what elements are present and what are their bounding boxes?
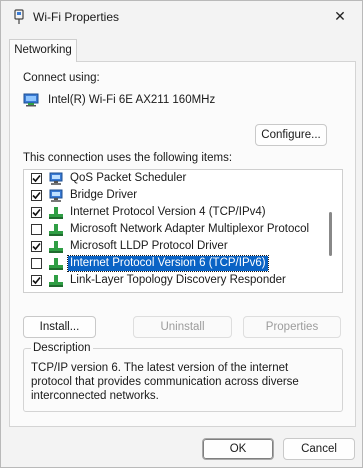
scrollbar-thumb[interactable]: [329, 212, 332, 256]
tab-networking[interactable]: Networking: [9, 39, 77, 62]
description-title: Description: [31, 342, 93, 354]
list-item[interactable]: Bridge Driver: [24, 187, 324, 204]
cancel-button[interactable]: Cancel: [283, 438, 355, 460]
list-item[interactable]: QoS Packet Scheduler: [24, 170, 324, 187]
configure-button[interactable]: Configure...: [255, 124, 327, 146]
network-adapter-icon: [14, 9, 24, 24]
protocol-icon: [49, 206, 63, 219]
protocol-icon: [49, 240, 63, 253]
list-item[interactable]: Microsoft Network Adapter Multiplexor Pr…: [24, 221, 324, 238]
adapter-name: Intel(R) Wi-Fi 6E AX211 160MHz: [48, 94, 216, 106]
adapter-row: Intel(R) Wi-Fi 6E AX211 160MHz: [23, 93, 215, 107]
item-label: QoS Packet Scheduler: [70, 172, 187, 184]
item-checkbox[interactable]: [31, 258, 42, 269]
item-label: Internet Protocol Version 4 (TCP/IPv4): [70, 206, 266, 218]
window-title: Wi-Fi Properties: [33, 10, 120, 24]
network-service-icon: [49, 172, 63, 185]
item-label: Microsoft Network Adapter Multiplexor Pr…: [70, 223, 310, 235]
title-bar: Wi-Fi Properties ✕: [1, 1, 362, 33]
items-listbox[interactable]: QoS Packet Scheduler Bridge Driver Interne…: [23, 169, 343, 293]
item-checkbox[interactable]: [31, 224, 42, 235]
uninstall-button[interactable]: Uninstall: [133, 316, 232, 338]
network-service-icon: [49, 189, 63, 202]
item-label: Bridge Driver: [70, 189, 138, 201]
adapter-icon: [23, 93, 39, 107]
ok-button[interactable]: OK: [202, 438, 274, 460]
close-icon: ✕: [334, 7, 346, 24]
item-checkbox[interactable]: [31, 275, 42, 286]
close-button[interactable]: ✕: [318, 1, 362, 31]
item-label: Microsoft LLDP Protocol Driver: [70, 240, 228, 252]
properties-button[interactable]: Properties: [243, 316, 341, 338]
properties-dialog: Wi-Fi Properties ✕ Networking Connect us…: [0, 0, 363, 468]
install-button[interactable]: Install...: [23, 316, 96, 338]
protocol-icon: [49, 257, 63, 270]
item-label: Internet Protocol Version 6 (TCP/IPv6): [67, 255, 269, 272]
protocol-icon: [49, 223, 63, 236]
item-checkbox[interactable]: [31, 207, 42, 218]
list-item[interactable]: Internet Protocol Version 4 (TCP/IPv4): [24, 204, 324, 221]
item-label: Link-Layer Topology Discovery Responder: [70, 274, 286, 286]
item-checkbox[interactable]: [31, 190, 42, 201]
items-label: This connection uses the following items…: [23, 152, 233, 164]
protocol-icon: [49, 274, 63, 287]
list-item[interactable]: Internet Protocol Version 6 (TCP/IPv6): [24, 255, 324, 272]
connect-using-label: Connect using:: [23, 72, 100, 84]
description-text: TCP/IP version 6. The latest version of …: [31, 362, 299, 402]
list-item[interactable]: Microsoft LLDP Protocol Driver: [24, 238, 324, 255]
item-checkbox[interactable]: [31, 241, 42, 252]
item-checkbox[interactable]: [31, 173, 42, 184]
list-item[interactable]: Link-Layer Topology Discovery Responder: [24, 272, 324, 289]
